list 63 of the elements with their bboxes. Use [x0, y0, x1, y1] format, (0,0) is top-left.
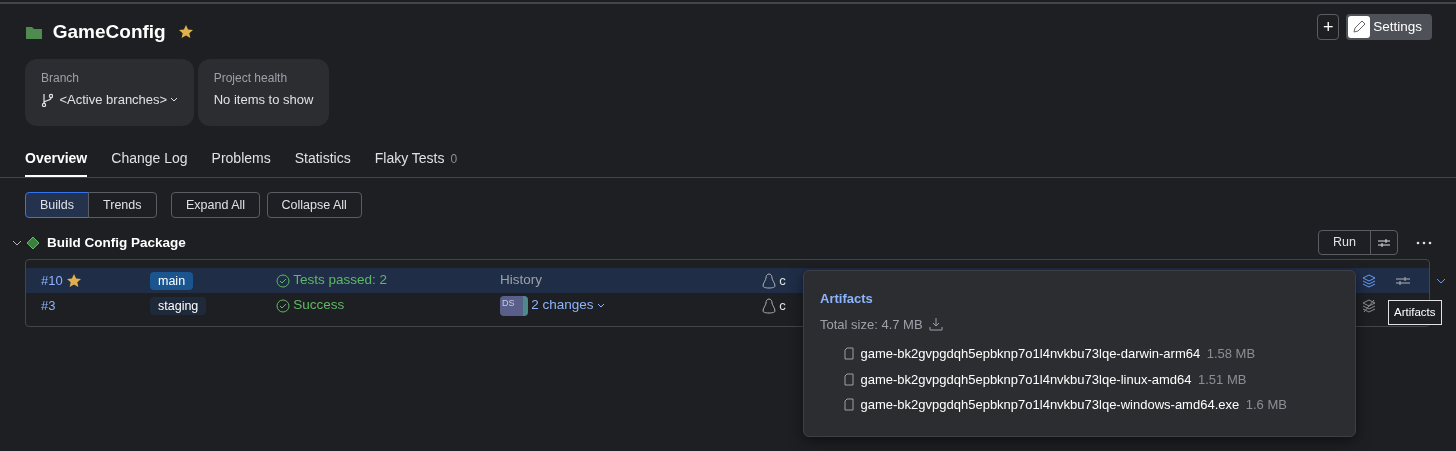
artifact-link[interactable]: game-bk2gvpgdqh5epbknp7o1l4nvkbu73lqe-darwin-arm64 — [860, 344, 1201, 364]
file-size: 1.51 MB — [1198, 370, 1247, 389]
file-icon — [844, 398, 854, 412]
sliders-icon[interactable] — [1395, 274, 1411, 287]
build-number-link[interactable]: #10 — [41, 270, 63, 291]
penguin-icon — [762, 297, 776, 314]
chevron-down-icon[interactable] — [1436, 277, 1446, 285]
build-config-title: Build Config Package — [47, 233, 186, 252]
tab[interactable]: Statistics — [294, 145, 351, 177]
file-icon — [844, 347, 854, 361]
card-label: Branch — [41, 69, 81, 87]
layers-icon[interactable] — [1361, 297, 1377, 314]
project-title: GameConfig — [52, 20, 166, 44]
add-button[interactable]: + — [1316, 14, 1340, 40]
file-size: 1.6 MB — [1245, 396, 1287, 414]
view-toggle[interactable]: Builds — [25, 191, 90, 219]
penguin-icon — [762, 272, 776, 289]
build-status: Success — [293, 296, 345, 315]
agent-name: c — [779, 271, 786, 290]
artifact-link[interactable]: game-bk2gvpgdqh5epbknp7o1l4nvkbu73lqe-windows-amd64.exe — [860, 395, 1240, 415]
branch-tag: main — [150, 271, 194, 290]
more-icon[interactable] — [1416, 240, 1432, 245]
card-label: Project health — [213, 69, 289, 87]
chevron-down-icon — [170, 96, 179, 103]
file-size: 1.58 MB — [1206, 345, 1256, 363]
tab[interactable]: Problems — [211, 145, 271, 177]
total-size: Total size: 4.7 MB — [820, 315, 923, 334]
star-icon — [65, 272, 82, 289]
download-icon[interactable] — [929, 317, 944, 332]
settings-button[interactable]: Settings — [1345, 14, 1432, 40]
run-button[interactable]: Run — [1318, 230, 1371, 255]
expand-all-button[interactable]: Expand All — [171, 191, 261, 219]
card-value: No items to show — [213, 90, 314, 109]
collapse-all-button[interactable]: Collapse All — [266, 191, 362, 219]
tab[interactable]: Flaky Tests 0 — [374, 145, 458, 177]
file-icon — [844, 372, 854, 386]
sliders-icon — [1377, 236, 1391, 249]
pencil-icon — [1347, 16, 1370, 38]
artifact-link[interactable]: game-bk2gvpgdqh5epbknp7o1l4nvkbu73lqe-linux-amd64 — [860, 369, 1192, 389]
changes-link[interactable]: 2 changes — [531, 295, 605, 316]
layers-icon[interactable] — [1361, 272, 1377, 289]
diamond-icon — [26, 235, 40, 250]
chevron-down-icon — [596, 302, 605, 309]
folder-icon — [25, 24, 43, 41]
star-icon — [178, 24, 195, 41]
check-circle-icon — [276, 273, 290, 288]
chevron-down-icon[interactable] — [12, 238, 22, 247]
avatar: DS — [500, 295, 528, 316]
tab[interactable]: Change Log — [111, 145, 188, 177]
tab[interactable]: Overview — [25, 145, 88, 177]
build-status: Tests passed: 2 — [293, 271, 388, 290]
build-number-link[interactable]: #3 — [41, 295, 56, 316]
history-label: History — [500, 271, 542, 290]
tooltip: Artifacts — [1388, 300, 1442, 326]
view-toggle[interactable]: Trends — [88, 191, 157, 219]
branch-icon — [41, 92, 53, 107]
check-circle-icon — [276, 298, 290, 313]
branch-dropdown[interactable]: <Active branches> — [59, 89, 179, 110]
agent-name: c — [779, 296, 786, 315]
tab-count: 0 — [450, 151, 458, 166]
popover-title: Artifacts — [820, 290, 874, 308]
branch-tag: staging — [150, 296, 207, 315]
run-options-button[interactable] — [1370, 230, 1398, 255]
